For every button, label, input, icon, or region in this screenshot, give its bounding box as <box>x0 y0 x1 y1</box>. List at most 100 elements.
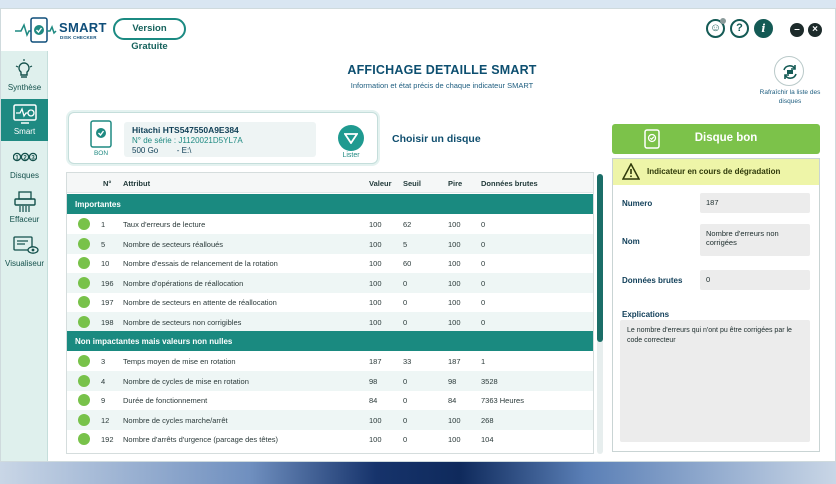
disk-status-icon <box>90 120 112 148</box>
cell-pire: 100 <box>448 415 461 425</box>
sidebar-item-label: Effaceur <box>9 215 40 224</box>
cell-attribut: Nombre de cycles de mise en rotation <box>123 376 249 386</box>
status-dot-icon <box>78 257 90 269</box>
cell-donnees-brutes: 0 <box>481 317 486 327</box>
cell-numero: 197 <box>101 298 114 307</box>
cell-pire: 187 <box>448 357 461 366</box>
cell-numero: 1 <box>101 220 106 229</box>
cell-attribut: Nombre d'arrêts d'urgence (parcage des t… <box>123 435 279 444</box>
cell-valeur: 100 <box>369 435 382 444</box>
sidebar-item-label: Smart <box>13 127 36 136</box>
cell-numero: 192 <box>101 435 114 444</box>
cell-seuil: 33 <box>403 357 412 366</box>
cell-seuil: 60 <box>403 259 412 268</box>
warning-text: Indicateur en cours de dégradation <box>647 167 781 176</box>
choose-disk-label: Choisir un disque <box>392 133 481 145</box>
minimize-icon[interactable]: – <box>790 23 804 37</box>
col-header-seuil: Seuil <box>403 179 421 188</box>
disk-status-button[interactable]: Disque bon <box>612 124 820 154</box>
cell-donnees-brutes: 104 <box>481 435 494 444</box>
disk-drive: E:\ <box>181 146 192 155</box>
col-header-attribut: Attribut <box>123 179 151 188</box>
explications-label: Explications <box>622 310 670 319</box>
numero-label: Numero <box>622 199 653 208</box>
version-button[interactable]: Version Gratuite <box>113 18 186 52</box>
table-row[interactable]: 3 Temps moyen de mise en rotation 187 33 187… <box>67 351 593 371</box>
desktop-background-top <box>0 0 836 8</box>
cell-numero: 196 <box>101 278 114 288</box>
table-row[interactable]: 12 Nombre de cycles marche/arrêt 100 0 100 26… <box>67 409 593 430</box>
smart-table: N° Attribut Valeur Seuil Pire Données br… <box>66 172 594 454</box>
cell-seuil: 0 <box>403 435 408 444</box>
cell-seuil: 0 <box>403 298 408 307</box>
table-row[interactable]: 196 Nombre d'opérations de réallocation 10… <box>67 272 593 293</box>
sidebar: Synthèse Smart 1 2 3 Disques Effaceur Vi… <box>1 51 48 461</box>
page-title: AFFICHAGE DETAILLE SMART <box>347 63 537 77</box>
title-bar: SMART DISK CHECKER Version Gratuite ☺ ? … <box>1 9 835 52</box>
help-icon[interactable]: ? <box>730 19 749 38</box>
col-header-pire: Pire <box>448 179 463 188</box>
table-row[interactable]: 4 Nombre de cycles de mise en rotation 98 0… <box>67 370 593 391</box>
logo-icon <box>15 17 57 43</box>
cell-numero: 12 <box>101 415 110 425</box>
disk-status-label: BON <box>93 150 109 157</box>
cell-valeur: 100 <box>369 259 382 268</box>
cell-donnees-brutes: 0 <box>481 278 486 288</box>
lightbulb-icon <box>15 59 33 78</box>
table-row[interactable]: 197 Nombre de secteurs en attente de réal… <box>67 292 593 312</box>
cell-seuil: 0 <box>403 396 408 405</box>
cell-valeur: 100 <box>369 278 382 288</box>
cell-attribut: Nombre de secteurs réalloués <box>123 239 224 249</box>
status-dot-icon <box>78 374 90 387</box>
nom-label: Nom <box>622 237 640 246</box>
cell-numero: 3 <box>101 357 106 366</box>
desktop-background-bottom <box>0 462 836 484</box>
status-dot-icon <box>78 296 90 308</box>
cell-donnees-brutes: 0 <box>481 220 486 229</box>
refresh-label[interactable]: Rafraîchir la liste des disques <box>752 88 828 106</box>
cell-donnees-brutes: 7363 Heures <box>481 396 524 405</box>
refresh-button[interactable] <box>774 56 804 86</box>
lister-button[interactable] <box>338 125 364 151</box>
cell-valeur: 187 <box>369 357 382 366</box>
sidebar-item-effaceur[interactable]: Effaceur <box>1 187 48 229</box>
warning-bar: Indicateur en cours de dégradation <box>613 159 819 185</box>
cell-donnees-brutes: 0 <box>481 298 486 307</box>
cell-seuil: 0 <box>403 278 408 288</box>
cell-donnees-brutes: 0 <box>481 239 486 249</box>
disk-status-text: Disque bon <box>694 132 758 144</box>
disk-size: 500 Go <box>132 146 159 155</box>
cell-valeur: 98 <box>369 376 378 386</box>
cell-valeur: 100 <box>369 239 382 249</box>
sidebar-item-disques[interactable]: 1 2 3 Disques <box>1 143 48 185</box>
info-icon[interactable]: i <box>754 19 773 38</box>
lister-label[interactable]: Lister <box>333 152 369 159</box>
triangle-down-icon <box>344 133 358 144</box>
table-scrollbar-thumb[interactable] <box>597 174 603 342</box>
table-group-row: Importantes <box>67 194 593 214</box>
cell-attribut: Nombre de secteurs en attente de réalloc… <box>123 298 277 307</box>
table-row[interactable]: 9 Durée de fonctionnement 84 0 84 7363 Heures <box>67 390 593 410</box>
table-row[interactable]: 1 Taux d'erreurs de lecture 100 62 100 0 <box>67 214 593 234</box>
table-row[interactable]: 192 Nombre d'arrêts d'urgence (parcage de… <box>67 429 593 449</box>
disk-serial: N° de série : J1120021D5YL7A <box>132 136 243 145</box>
status-dot-icon <box>78 394 90 406</box>
table-row[interactable]: 198 Nombre de secteurs non corrigibles 100… <box>67 311 593 332</box>
table-group-row: Non impactantes mais valeurs non nulles <box>67 331 593 351</box>
viewer-eye-icon <box>13 236 39 254</box>
group-title: Importantes <box>75 200 121 209</box>
sidebar-item-visualiseur[interactable]: Visualiseur <box>1 231 48 273</box>
table-row[interactable]: 10 Nombre d'essais de relancement de la r… <box>67 253 593 273</box>
refresh-icon <box>783 65 797 79</box>
table-row[interactable]: 5 Nombre de secteurs réalloués 100 5 100 0 <box>67 233 593 254</box>
close-icon[interactable]: × <box>808 23 822 37</box>
explications-value: Le nombre d'erreurs qui n'ont pu être co… <box>620 320 810 442</box>
col-header-donnees-brutes: Données brutes <box>481 179 538 188</box>
cell-numero: 10 <box>101 259 110 268</box>
cell-pire: 100 <box>448 278 461 288</box>
sidebar-item-smart[interactable]: Smart <box>1 99 48 141</box>
disk-model: Hitachi HTS547550A9E384 <box>132 125 239 135</box>
account-icon[interactable]: ☺ <box>706 18 726 38</box>
cell-valeur: 100 <box>369 220 382 229</box>
sidebar-item-synthese[interactable]: Synthèse <box>1 55 48 97</box>
